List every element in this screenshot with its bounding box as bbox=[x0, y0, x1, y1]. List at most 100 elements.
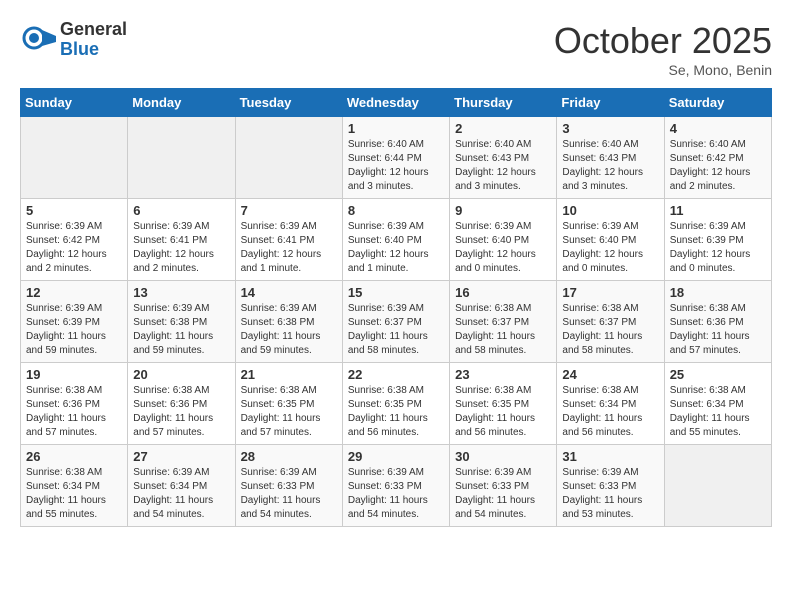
calendar-cell: 17 Sunrise: 6:38 AM Sunset: 6:37 PM Dayli… bbox=[557, 281, 664, 363]
calendar-cell bbox=[128, 117, 235, 199]
calendar-cell: 15 Sunrise: 6:39 AM Sunset: 6:37 PM Dayli… bbox=[342, 281, 449, 363]
logo: General Blue bbox=[20, 20, 127, 60]
day-info: Sunrise: 6:39 AM Sunset: 6:33 PM Dayligh… bbox=[348, 466, 444, 522]
day-info: Sunrise: 6:38 AM Sunset: 6:36 PM Dayligh… bbox=[133, 384, 229, 440]
calendar-cell: 8Sunrise: 6:39 AM Sunset: 6:40 PM Daylig… bbox=[342, 199, 449, 281]
day-info: Sunrise: 6:39 AM Sunset: 6:41 PM Dayligh… bbox=[133, 220, 229, 276]
day-info: Sunrise: 6:39 AM Sunset: 6:38 PM Dayligh… bbox=[241, 302, 337, 358]
day-number: 4 bbox=[670, 121, 766, 136]
day-number: 25 bbox=[670, 367, 766, 382]
calendar-cell: 6 Sunrise: 6:39 AM Sunset: 6:41 PM Daylig… bbox=[128, 199, 235, 281]
day-info: Sunrise: 6:39 AM Sunset: 6:34 PM Dayligh… bbox=[133, 466, 229, 522]
header-friday: Friday bbox=[557, 89, 664, 117]
day-info: Sunrise: 6:38 AM Sunset: 6:35 PM Dayligh… bbox=[455, 384, 551, 440]
day-number: 29 bbox=[348, 449, 444, 464]
calendar-week-4: 19 Sunrise: 6:38 AM Sunset: 6:36 PM Dayli… bbox=[21, 363, 772, 445]
day-number: 27 bbox=[133, 449, 229, 464]
day-info: Sunrise: 6:39 AM Sunset: 6:33 PM Dayligh… bbox=[241, 466, 337, 522]
calendar-cell: 28 Sunrise: 6:39 AM Sunset: 6:33 PM Dayli… bbox=[235, 445, 342, 527]
day-info: Sunrise: 6:39 AM Sunset: 6:39 PM Dayligh… bbox=[26, 302, 122, 358]
calendar-table: SundayMondayTuesdayWednesdayThursdayFrid… bbox=[20, 88, 772, 527]
day-number: 15 bbox=[348, 285, 444, 300]
calendar-cell bbox=[21, 117, 128, 199]
calendar-cell: 18 Sunrise: 6:38 AM Sunset: 6:36 PM Dayli… bbox=[664, 281, 771, 363]
day-number: 26 bbox=[26, 449, 122, 464]
day-info: Sunrise: 6:38 AM Sunset: 6:34 PM Dayligh… bbox=[26, 466, 122, 522]
day-info: Sunrise: 6:38 AM Sunset: 6:34 PM Dayligh… bbox=[562, 384, 658, 440]
day-number: 31 bbox=[562, 449, 658, 464]
day-info: Sunrise: 6:38 AM Sunset: 6:36 PM Dayligh… bbox=[670, 302, 766, 358]
calendar-cell: 31 Sunrise: 6:39 AM Sunset: 6:33 PM Dayli… bbox=[557, 445, 664, 527]
day-number: 3 bbox=[562, 121, 658, 136]
day-info: Sunrise: 6:39 AM Sunset: 6:37 PM Dayligh… bbox=[348, 302, 444, 358]
calendar-week-2: 5 Sunrise: 6:39 AM Sunset: 6:42 PM Daylig… bbox=[21, 199, 772, 281]
title-block: October 2025 Se, Mono, Benin bbox=[554, 20, 772, 78]
calendar-cell: 11 Sunrise: 6:39 AM Sunset: 6:39 PM Dayli… bbox=[664, 199, 771, 281]
day-info: Sunrise: 6:38 AM Sunset: 6:37 PM Dayligh… bbox=[562, 302, 658, 358]
day-info: Sunrise: 6:40 AM Sunset: 6:43 PM Dayligh… bbox=[562, 138, 658, 194]
calendar-cell: 10Sunrise: 6:39 AM Sunset: 6:40 PM Dayli… bbox=[557, 199, 664, 281]
day-number: 28 bbox=[241, 449, 337, 464]
header-thursday: Thursday bbox=[450, 89, 557, 117]
calendar-cell bbox=[235, 117, 342, 199]
day-number: 19 bbox=[26, 367, 122, 382]
calendar-week-3: 12 Sunrise: 6:39 AM Sunset: 6:39 PM Dayli… bbox=[21, 281, 772, 363]
day-number: 23 bbox=[455, 367, 551, 382]
day-info: Sunrise: 6:39 AM Sunset: 6:42 PM Dayligh… bbox=[26, 220, 122, 276]
day-info: Sunrise: 6:38 AM Sunset: 6:35 PM Dayligh… bbox=[348, 384, 444, 440]
day-info: Sunrise: 6:38 AM Sunset: 6:37 PM Dayligh… bbox=[455, 302, 551, 358]
calendar-cell: 30 Sunrise: 6:39 AM Sunset: 6:33 PM Dayli… bbox=[450, 445, 557, 527]
day-number: 9 bbox=[455, 203, 551, 218]
calendar-cell: 23 Sunrise: 6:38 AM Sunset: 6:35 PM Dayli… bbox=[450, 363, 557, 445]
day-number: 24 bbox=[562, 367, 658, 382]
calendar-cell: 13Sunrise: 6:39 AM Sunset: 6:38 PM Dayli… bbox=[128, 281, 235, 363]
calendar-cell: 7Sunrise: 6:39 AM Sunset: 6:41 PM Daylig… bbox=[235, 199, 342, 281]
day-info: Sunrise: 6:39 AM Sunset: 6:41 PM Dayligh… bbox=[241, 220, 337, 276]
day-info: Sunrise: 6:39 AM Sunset: 6:40 PM Dayligh… bbox=[562, 220, 658, 276]
logo-general: General bbox=[60, 19, 127, 39]
day-info: Sunrise: 6:38 AM Sunset: 6:36 PM Dayligh… bbox=[26, 384, 122, 440]
day-info: Sunrise: 6:38 AM Sunset: 6:34 PM Dayligh… bbox=[670, 384, 766, 440]
calendar-cell: 25 Sunrise: 6:38 AM Sunset: 6:34 PM Dayli… bbox=[664, 363, 771, 445]
day-number: 11 bbox=[670, 203, 766, 218]
day-number: 6 bbox=[133, 203, 229, 218]
day-info: Sunrise: 6:40 AM Sunset: 6:43 PM Dayligh… bbox=[455, 138, 551, 194]
location: Se, Mono, Benin bbox=[554, 62, 772, 78]
calendar-cell: 24 Sunrise: 6:38 AM Sunset: 6:34 PM Dayli… bbox=[557, 363, 664, 445]
calendar-cell: 3 Sunrise: 6:40 AM Sunset: 6:43 PM Daylig… bbox=[557, 117, 664, 199]
day-number: 8 bbox=[348, 203, 444, 218]
day-info: Sunrise: 6:39 AM Sunset: 6:39 PM Dayligh… bbox=[670, 220, 766, 276]
day-info: Sunrise: 6:40 AM Sunset: 6:44 PM Dayligh… bbox=[348, 138, 444, 194]
calendar-cell: 2 Sunrise: 6:40 AM Sunset: 6:43 PM Daylig… bbox=[450, 117, 557, 199]
calendar-cell: 26 Sunrise: 6:38 AM Sunset: 6:34 PM Dayli… bbox=[21, 445, 128, 527]
calendar-cell: 9 Sunrise: 6:39 AM Sunset: 6:40 PM Daylig… bbox=[450, 199, 557, 281]
calendar-cell: 22 Sunrise: 6:38 AM Sunset: 6:35 PM Dayli… bbox=[342, 363, 449, 445]
logo-blue: Blue bbox=[60, 39, 99, 59]
calendar-cell: 14 Sunrise: 6:39 AM Sunset: 6:38 PM Dayli… bbox=[235, 281, 342, 363]
header-wednesday: Wednesday bbox=[342, 89, 449, 117]
day-number: 2 bbox=[455, 121, 551, 136]
month-title: October 2025 bbox=[554, 20, 772, 62]
day-number: 12 bbox=[26, 285, 122, 300]
day-info: Sunrise: 6:39 AM Sunset: 6:33 PM Dayligh… bbox=[562, 466, 658, 522]
page-header: General Blue October 2025 Se, Mono, Beni… bbox=[20, 20, 772, 78]
logo-icon bbox=[20, 22, 56, 58]
calendar-cell: 27 Sunrise: 6:39 AM Sunset: 6:34 PM Dayli… bbox=[128, 445, 235, 527]
day-info: Sunrise: 6:39 AM Sunset: 6:33 PM Dayligh… bbox=[455, 466, 551, 522]
day-number: 1 bbox=[348, 121, 444, 136]
day-number: 30 bbox=[455, 449, 551, 464]
day-number: 17 bbox=[562, 285, 658, 300]
day-number: 20 bbox=[133, 367, 229, 382]
day-info: Sunrise: 6:40 AM Sunset: 6:42 PM Dayligh… bbox=[670, 138, 766, 194]
header-sunday: Sunday bbox=[21, 89, 128, 117]
day-info: Sunrise: 6:39 AM Sunset: 6:40 PM Dayligh… bbox=[455, 220, 551, 276]
calendar-header-row: SundayMondayTuesdayWednesdayThursdayFrid… bbox=[21, 89, 772, 117]
day-number: 16 bbox=[455, 285, 551, 300]
day-number: 18 bbox=[670, 285, 766, 300]
calendar-cell: 29 Sunrise: 6:39 AM Sunset: 6:33 PM Dayli… bbox=[342, 445, 449, 527]
day-number: 13 bbox=[133, 285, 229, 300]
day-number: 22 bbox=[348, 367, 444, 382]
day-number: 5 bbox=[26, 203, 122, 218]
day-number: 14 bbox=[241, 285, 337, 300]
calendar-cell bbox=[664, 445, 771, 527]
